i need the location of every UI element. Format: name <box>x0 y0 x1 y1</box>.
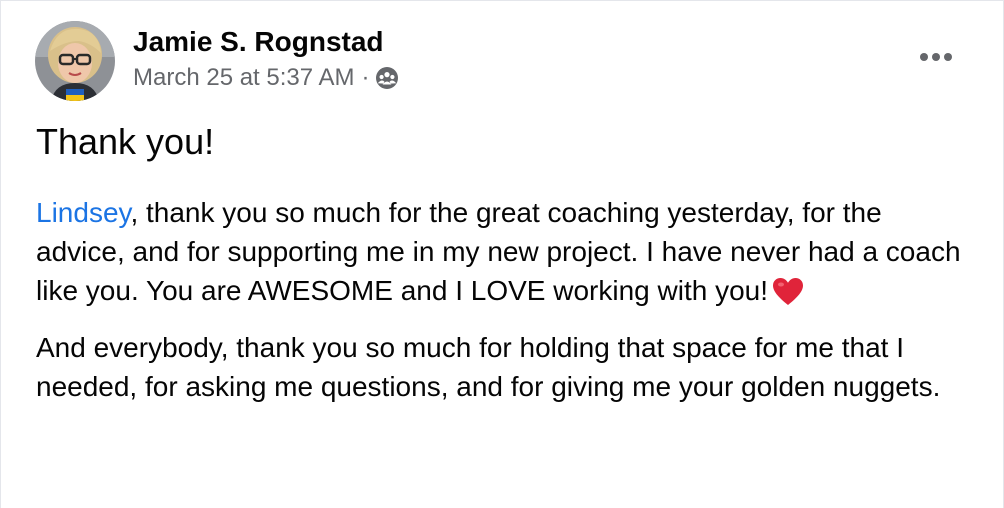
heart-icon <box>772 277 804 307</box>
post-subline: March 25 at 5:37 AM · <box>133 63 399 93</box>
post-meta: Jamie S. Rognstad March 25 at 5:37 AM · <box>133 25 399 93</box>
author-avatar[interactable] <box>35 21 115 101</box>
post-body: Lindsey, thank you so much for the great… <box>36 193 966 406</box>
more-horizontal-icon <box>920 53 952 61</box>
post-card: Jamie S. Rognstad March 25 at 5:37 AM · <box>0 0 1004 508</box>
post-timestamp[interactable]: March 25 at 5:37 AM <box>133 63 354 93</box>
meta-separator: · <box>361 64 370 91</box>
post-title: Thank you! <box>36 121 215 162</box>
post-paragraph-1: Lindsey, thank you so much for the great… <box>36 193 966 310</box>
mention-link[interactable]: Lindsey <box>36 197 130 228</box>
post-paragraph-2: And everybody, thank you so much for hol… <box>36 332 941 402</box>
more-options-button[interactable] <box>914 42 958 72</box>
avatar-image <box>35 21 115 101</box>
author-name[interactable]: Jamie S. Rognstad <box>133 25 399 59</box>
paragraph-1-text: , thank you so much for the great coachi… <box>36 197 961 306</box>
post-header: Jamie S. Rognstad March 25 at 5:37 AM · <box>35 21 399 101</box>
group-audience-icon[interactable] <box>375 66 399 90</box>
